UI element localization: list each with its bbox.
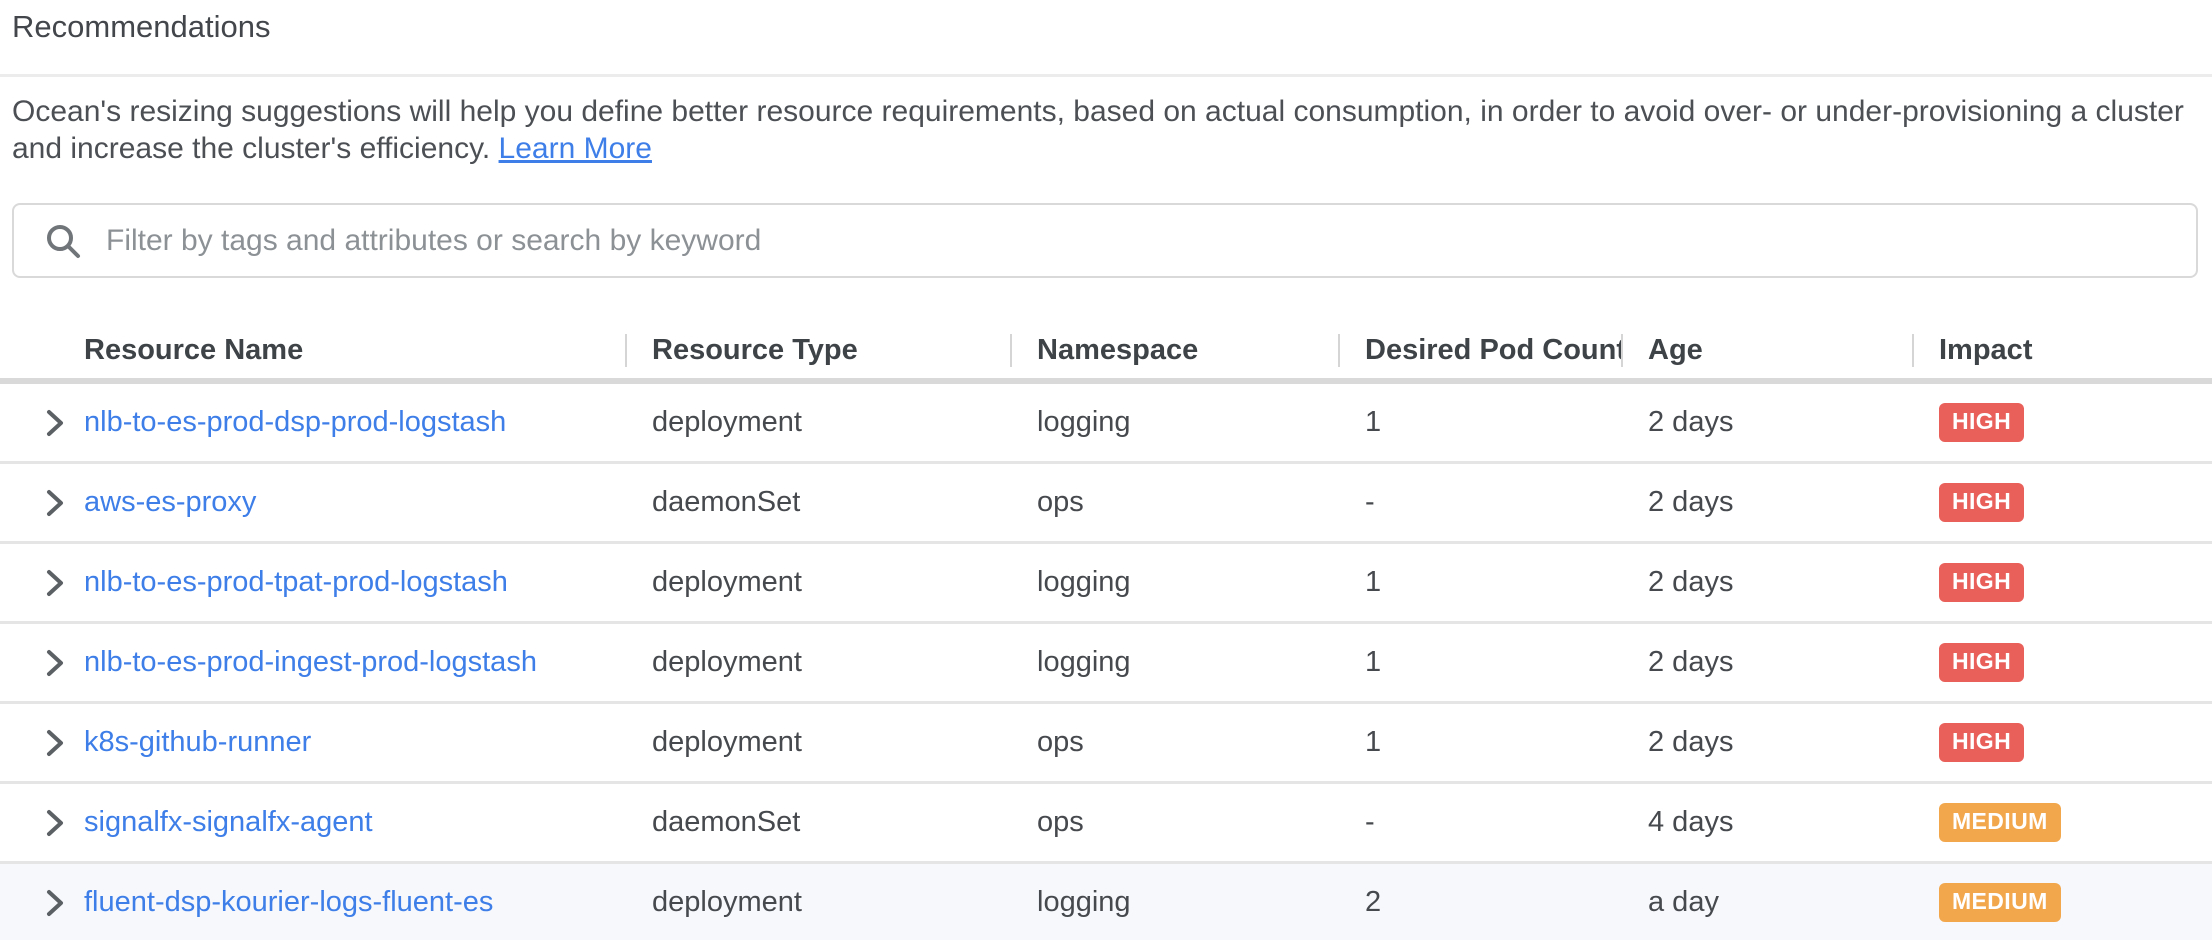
desired-pod-count-cell: 1 [1338, 726, 1621, 759]
chevron-right-icon [44, 888, 65, 918]
chevron-right-icon [44, 408, 65, 438]
resource-name-cell: signalfx-signalfx-agent [0, 806, 625, 839]
column-header-resource-name: Resource Name [0, 334, 625, 367]
column-header-desired-pod-count: Desired Pod Count [1338, 334, 1621, 367]
age-cell: 2 days [1621, 726, 1912, 759]
resource-type-cell: deployment [625, 726, 1010, 759]
impact-badge: HIGH [1939, 723, 2024, 761]
table-row[interactable]: nlb-to-es-prod-ingest-prod-logstash depl… [0, 624, 2212, 704]
resource-type-cell: daemonSet [625, 486, 1010, 519]
impact-cell: HIGH [1912, 723, 2212, 761]
chevron-right-icon [44, 728, 65, 758]
desired-pod-count-cell: - [1338, 486, 1621, 519]
age-cell: 2 days [1621, 566, 1912, 599]
page-description: Ocean's resizing suggestions will help y… [12, 93, 2198, 167]
column-header-namespace: Namespace [1010, 334, 1338, 367]
recommendations-table: Resource Name Resource Type Namespace De… [0, 322, 2212, 940]
column-header-impact: Impact [1912, 334, 2212, 367]
resource-name-cell: aws-es-proxy [0, 486, 625, 519]
impact-cell: HIGH [1912, 563, 2212, 601]
age-cell: 4 days [1621, 806, 1912, 839]
chevron-right-icon [44, 488, 65, 518]
resource-name-cell: nlb-to-es-prod-dsp-prod-logstash [0, 406, 625, 439]
namespace-cell: ops [1010, 726, 1338, 759]
resource-name-link[interactable]: nlb-to-es-prod-tpat-prod-logstash [84, 566, 508, 599]
impact-badge: HIGH [1939, 403, 2024, 441]
page-title: Recommendations [12, 8, 2212, 45]
resource-name-link[interactable]: nlb-to-es-prod-ingest-prod-logstash [84, 646, 537, 679]
column-header-resource-type: Resource Type [625, 334, 1010, 367]
table-row[interactable]: nlb-to-es-prod-dsp-prod-logstash deploym… [0, 384, 2212, 464]
resource-type-cell: deployment [625, 406, 1010, 439]
resource-name-cell: nlb-to-es-prod-tpat-prod-logstash [0, 566, 625, 599]
table-row[interactable]: fluent-dsp-kourier-logs-fluent-es deploy… [0, 864, 2212, 940]
impact-badge: HIGH [1939, 643, 2024, 681]
expand-row-button[interactable] [44, 728, 65, 758]
impact-badge: MEDIUM [1939, 883, 2061, 921]
impact-cell: MEDIUM [1912, 883, 2212, 921]
namespace-cell: logging [1010, 646, 1338, 679]
table-header-row: Resource Name Resource Type Namespace De… [0, 322, 2212, 384]
impact-badge: MEDIUM [1939, 803, 2061, 841]
resource-name-link[interactable]: fluent-dsp-kourier-logs-fluent-es [84, 886, 493, 919]
resource-name-link[interactable]: aws-es-proxy [84, 486, 256, 519]
chevron-right-icon [44, 648, 65, 678]
expand-row-button[interactable] [44, 648, 65, 678]
expand-row-button[interactable] [44, 568, 65, 598]
namespace-cell: logging [1010, 406, 1338, 439]
desired-pod-count-cell: 1 [1338, 566, 1621, 599]
learn-more-link[interactable]: Learn More [499, 132, 652, 165]
description-text: Ocean's resizing suggestions will help y… [12, 95, 2184, 165]
title-divider [0, 74, 2212, 77]
resource-type-cell: deployment [625, 886, 1010, 919]
recommendations-page: Recommendations Ocean's resizing suggest… [0, 0, 2212, 940]
expand-row-button[interactable] [44, 488, 65, 518]
expand-row-button[interactable] [44, 808, 65, 838]
impact-cell: MEDIUM [1912, 803, 2212, 841]
table-row[interactable]: k8s-github-runner deployment ops 1 2 day… [0, 704, 2212, 784]
namespace-cell: ops [1010, 806, 1338, 839]
resource-name-cell: nlb-to-es-prod-ingest-prod-logstash [0, 646, 625, 679]
namespace-cell: ops [1010, 486, 1338, 519]
filter-search-box[interactable] [12, 203, 2198, 278]
resource-name-cell: k8s-github-runner [0, 726, 625, 759]
age-cell: 2 days [1621, 646, 1912, 679]
resource-type-cell: deployment [625, 566, 1010, 599]
desired-pod-count-cell: 1 [1338, 406, 1621, 439]
column-header-age: Age [1621, 334, 1912, 367]
resource-type-cell: daemonSet [625, 806, 1010, 839]
age-cell: 2 days [1621, 486, 1912, 519]
namespace-cell: logging [1010, 566, 1338, 599]
age-cell: a day [1621, 886, 1912, 919]
expand-row-button[interactable] [44, 408, 65, 438]
table-row[interactable]: aws-es-proxy daemonSet ops - 2 days HIGH [0, 464, 2212, 544]
impact-cell: HIGH [1912, 403, 2212, 441]
expand-row-button[interactable] [44, 888, 65, 918]
chevron-right-icon [44, 808, 65, 838]
search-icon [44, 222, 82, 260]
table-row[interactable]: signalfx-signalfx-agent daemonSet ops - … [0, 784, 2212, 864]
chevron-right-icon [44, 568, 65, 598]
desired-pod-count-cell: - [1338, 806, 1621, 839]
resource-name-link[interactable]: signalfx-signalfx-agent [84, 806, 373, 839]
impact-badge: HIGH [1939, 563, 2024, 601]
resource-type-cell: deployment [625, 646, 1010, 679]
age-cell: 2 days [1621, 406, 1912, 439]
resource-name-link[interactable]: nlb-to-es-prod-dsp-prod-logstash [84, 406, 506, 439]
resource-name-link[interactable]: k8s-github-runner [84, 726, 311, 759]
search-input[interactable] [104, 223, 2172, 259]
desired-pod-count-cell: 1 [1338, 646, 1621, 679]
resource-name-cell: fluent-dsp-kourier-logs-fluent-es [0, 886, 625, 919]
desired-pod-count-cell: 2 [1338, 886, 1621, 919]
impact-cell: HIGH [1912, 483, 2212, 521]
table-row[interactable]: nlb-to-es-prod-tpat-prod-logstash deploy… [0, 544, 2212, 624]
namespace-cell: logging [1010, 886, 1338, 919]
impact-cell: HIGH [1912, 643, 2212, 681]
impact-badge: HIGH [1939, 483, 2024, 521]
